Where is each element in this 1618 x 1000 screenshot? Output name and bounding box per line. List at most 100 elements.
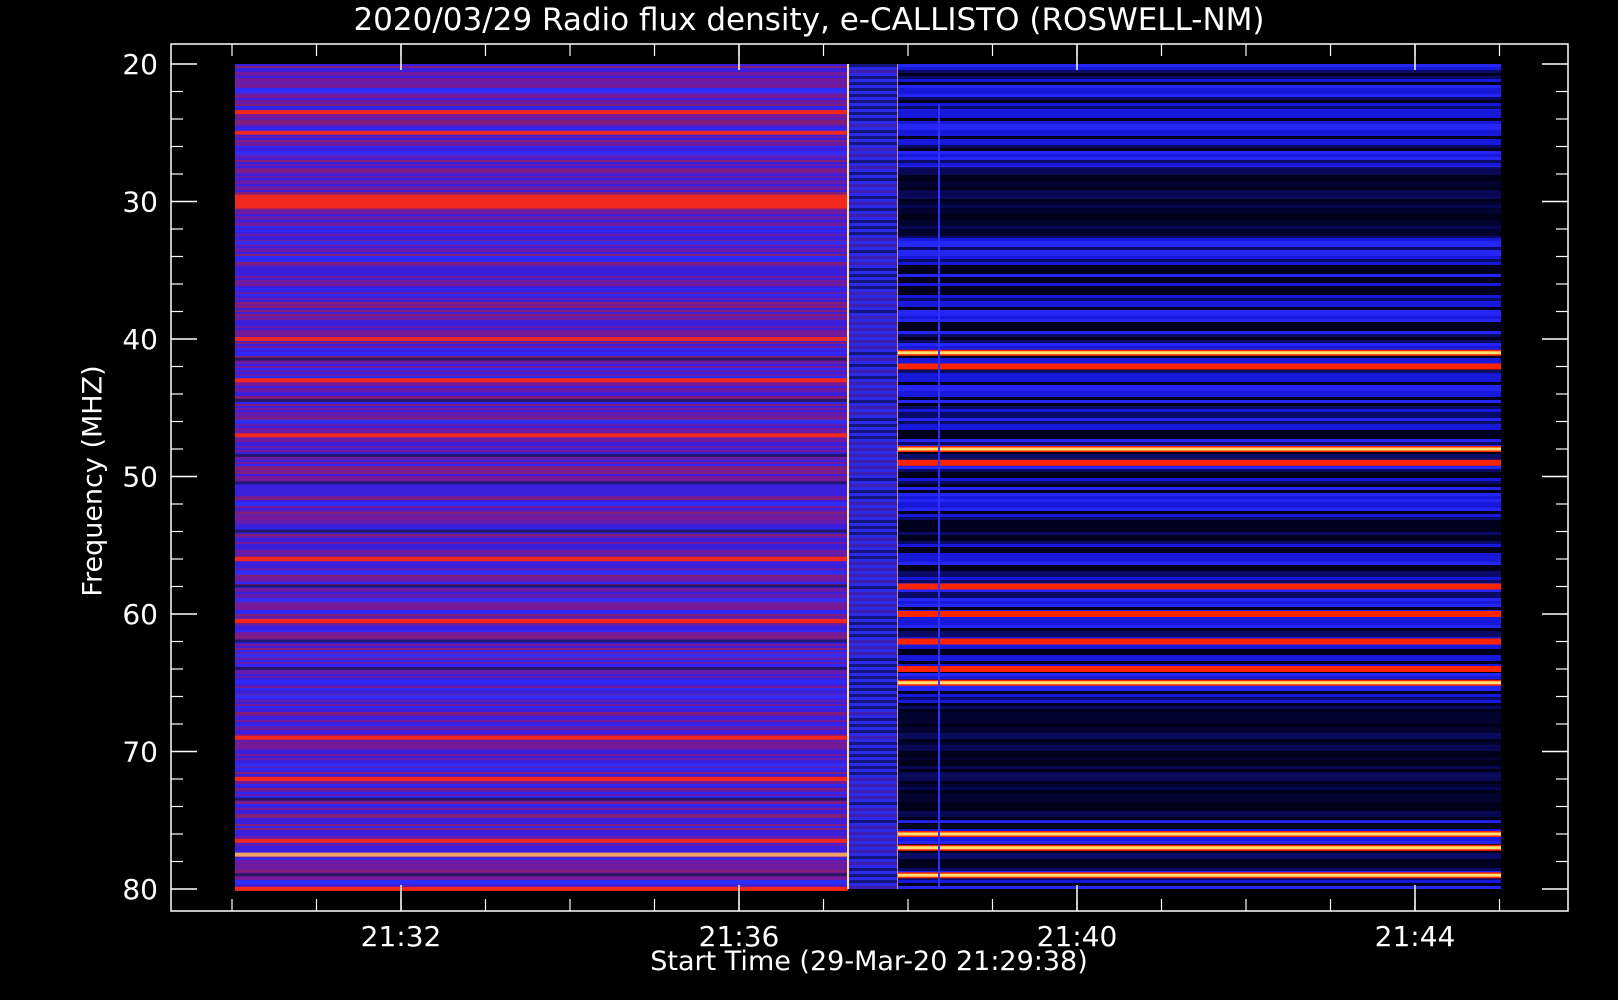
spectrum-row <box>235 216 848 218</box>
transition-row <box>848 790 898 793</box>
spectrum-row <box>235 166 848 168</box>
transition-row <box>848 574 898 577</box>
spectrum-row-right <box>898 358 1501 361</box>
spectrum-row <box>235 464 848 466</box>
spectrum-row <box>235 794 848 796</box>
spectrum-row <box>235 488 848 490</box>
spectrum-row <box>235 346 848 348</box>
spectrum-row <box>235 84 848 86</box>
transition-row <box>848 862 898 865</box>
y-tick-label-4: 60 <box>122 598 158 631</box>
transition-row <box>848 232 898 235</box>
spectrum-row <box>235 388 848 390</box>
spectrum-row-right <box>898 820 1501 823</box>
spectrum-row <box>235 126 848 128</box>
transition-row <box>848 376 898 379</box>
spectrum-row <box>235 74 848 76</box>
spectrum-row <box>235 680 848 682</box>
band-before-1 <box>235 130 848 135</box>
transition-row <box>848 598 898 601</box>
spectrum-row <box>235 284 848 286</box>
spectrum-row <box>235 506 848 508</box>
spectrum-row-right <box>898 649 1501 652</box>
spectrum-row <box>235 820 848 822</box>
spectrum-row <box>235 568 848 570</box>
spectrum-row-right <box>898 703 1501 706</box>
spectrum-row <box>235 268 848 270</box>
spectrum-row-right <box>898 595 1501 598</box>
transition-row <box>848 856 898 859</box>
spectrum-row-right <box>898 304 1501 307</box>
transition-row <box>848 496 898 499</box>
transition-row <box>848 460 898 463</box>
spectrum-row <box>235 316 848 318</box>
spectrum-row-right <box>898 424 1501 427</box>
spectrum-row-right <box>898 256 1501 259</box>
spectrum-row-right <box>898 247 1501 250</box>
spectrum-row <box>235 408 848 410</box>
y-tick-label-0: 20 <box>122 48 158 81</box>
spectrum-row-right <box>898 652 1501 655</box>
spectrum-row <box>235 260 848 262</box>
transition-row <box>848 130 898 133</box>
spectrum-row-right <box>898 100 1501 103</box>
spectrum-row-right <box>898 526 1501 529</box>
spectrum-row-right <box>898 112 1501 115</box>
spectrum-row-right <box>898 85 1501 88</box>
transition-row <box>848 592 898 595</box>
spectrum-row-right <box>898 706 1501 709</box>
spectrum-row <box>235 538 848 540</box>
spectrum-row <box>235 80 848 82</box>
spectrum-row <box>235 614 848 616</box>
spectrum-row <box>235 816 848 818</box>
transition-row <box>848 100 898 103</box>
spectrum-row <box>235 278 848 280</box>
spectrum-row-right <box>898 862 1501 865</box>
spectrum-row <box>235 252 848 254</box>
band-after-5 <box>898 611 1501 617</box>
transition-row <box>848 322 898 325</box>
spectrum-row <box>235 500 848 502</box>
spectrum-row <box>235 264 848 266</box>
transition-row <box>848 568 898 571</box>
spectrum-row-right <box>898 79 1501 82</box>
spectrum-row <box>235 348 848 350</box>
peak-band-after-2 <box>898 447 1501 451</box>
spectrum-row <box>235 824 848 826</box>
spectrum-row-right <box>898 517 1501 520</box>
y-tick-label-6: 80 <box>122 873 158 906</box>
spectrum-row <box>235 414 848 416</box>
transition-row <box>848 544 898 547</box>
transition-row <box>848 346 898 349</box>
spectrum-row-right <box>898 286 1501 289</box>
spectrum-row <box>235 646 848 648</box>
spectrum-row <box>235 140 848 142</box>
spectrum-row <box>235 700 848 702</box>
spectrum-row-right <box>898 625 1501 628</box>
spectrum-row <box>235 672 848 674</box>
spectrum-row-right <box>898 238 1501 241</box>
band-before-0 <box>235 110 848 115</box>
spectrum-row <box>235 282 848 284</box>
spectrum-row <box>235 810 848 812</box>
spectrum-row <box>235 664 848 666</box>
spectrum-row <box>235 746 848 748</box>
transition-row <box>848 286 898 289</box>
spectrum-row <box>235 106 848 108</box>
spectrum-row <box>235 632 848 634</box>
spectrum-row <box>235 138 848 140</box>
transition-row <box>848 154 898 157</box>
dark-stripe-left-9 <box>235 873 848 877</box>
spectrum-row <box>235 592 848 594</box>
transition-row <box>848 472 898 475</box>
spectrum-row <box>235 724 848 726</box>
spectrum-row <box>235 812 848 814</box>
transition-row <box>848 742 898 745</box>
spectrum-row <box>235 416 848 418</box>
spectrum-row-right <box>898 277 1501 280</box>
spectrum-row <box>235 350 848 352</box>
spectrum-row <box>235 478 848 480</box>
spectrum-row <box>235 306 848 308</box>
spectrum-row <box>235 858 848 860</box>
y-tick-label-3: 50 <box>122 461 158 494</box>
